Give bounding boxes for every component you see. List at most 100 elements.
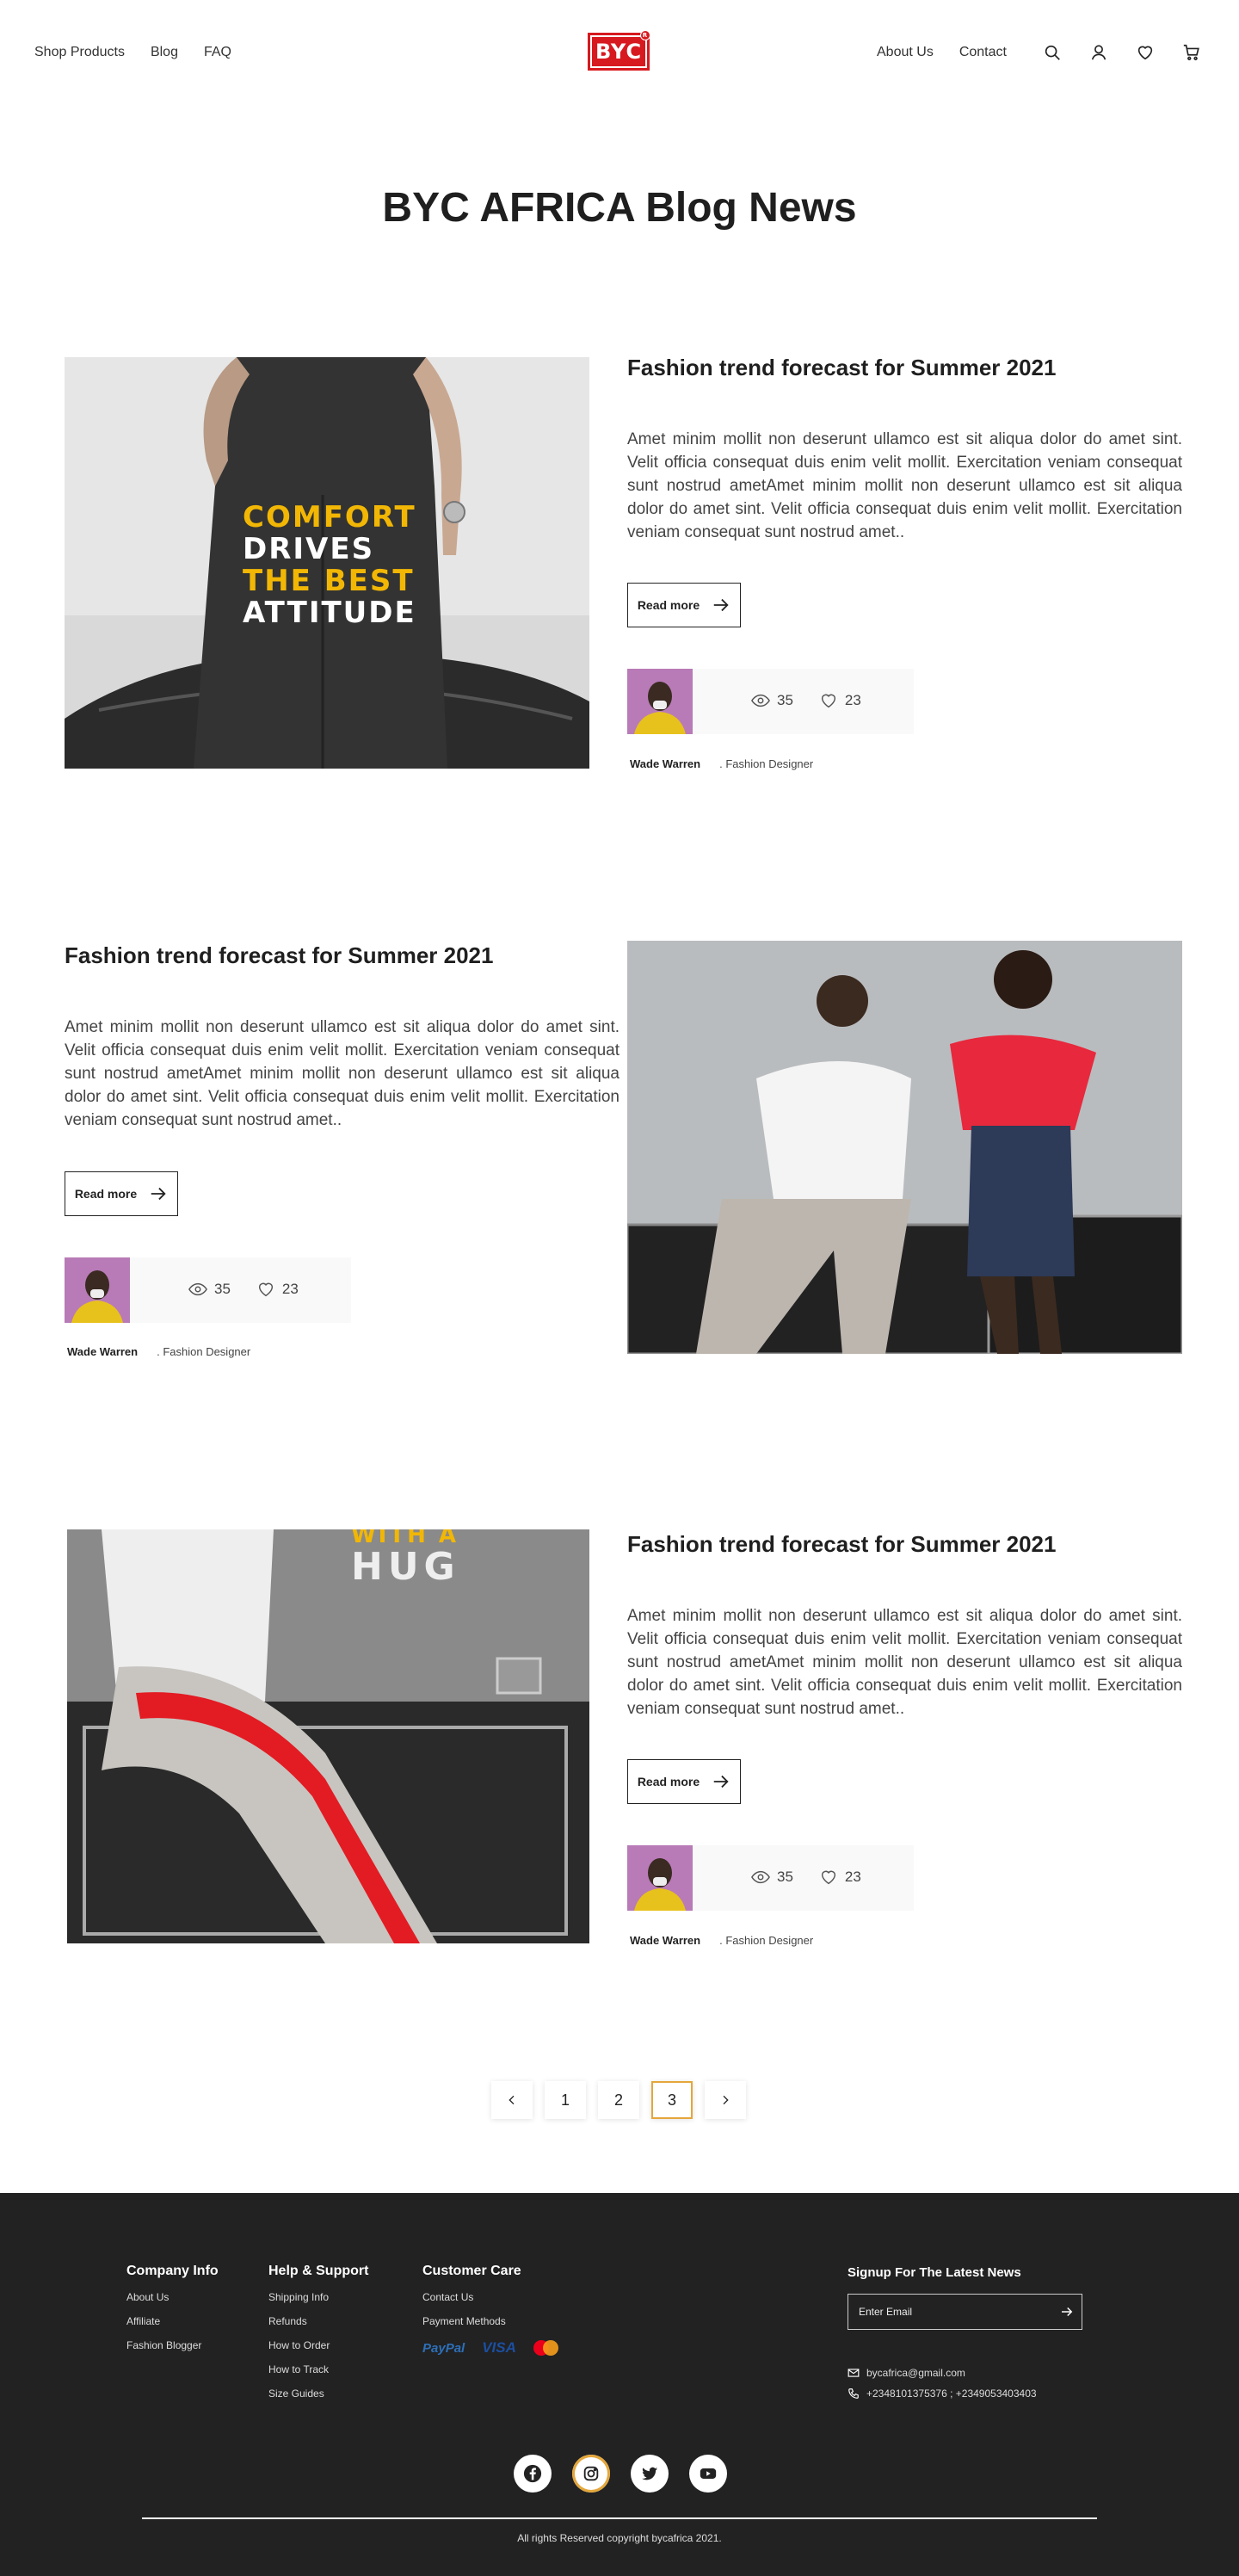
likes-value: 23 [844,1869,861,1885]
footer-link-affiliate[interactable]: Affiliate [126,2315,219,2327]
heart-icon[interactable] [1136,43,1155,62]
footer-link-size-guides[interactable]: Size Guides [268,2388,368,2400]
instagram-icon[interactable] [572,2455,610,2493]
footer-company-info: Company Info About Us Affiliate Fashion … [126,2264,219,2363]
youtube-icon[interactable] [689,2455,727,2493]
likes-value: 23 [281,1281,299,1297]
views-value: 35 [214,1281,231,1297]
arrow-right-icon [713,1775,729,1788]
footer-link-about-us[interactable]: About Us [126,2291,219,2303]
site-footer: Company Info About Us Affiliate Fashion … [0,2193,1239,2576]
footer-link-how-to-order[interactable]: How to Order [268,2339,368,2351]
nav-faq[interactable]: FAQ [204,45,231,60]
author-name[interactable]: Wade Warren [630,1934,700,1947]
arrow-right-icon [151,1187,166,1201]
user-icon[interactable] [1089,43,1108,62]
post-3-image-slogan-bottom: HUG [351,1545,460,1589]
footer-link-payment-methods[interactable]: Payment Methods [422,2315,559,2327]
pagination-next-button[interactable] [705,2081,746,2119]
post-2-title[interactable]: Fashion trend forecast for Summer 2021 [65,942,493,969]
visa-logo: VISA [482,2339,516,2356]
phone-icon [848,2388,859,2399]
pagination: 1 2 3 [491,2081,746,2119]
footer-heading: Customer Care [422,2264,521,2278]
read-more-label: Read more [637,598,700,612]
footer-link-refunds[interactable]: Refunds [268,2315,368,2327]
chevron-right-icon [723,2095,729,2105]
footer-link-contact-us[interactable]: Contact Us [422,2291,559,2303]
pagination-page-1[interactable]: 1 [545,2081,586,2119]
author-name[interactable]: Wade Warren [630,757,700,770]
post-1-meta: 35 23 [627,669,914,734]
post-1-read-more-button[interactable]: Read more [627,583,741,627]
post-3-title[interactable]: Fashion trend forecast for Summer 2021 [627,1531,1056,1558]
post-2-stats: 35 23 [188,1280,299,1299]
slogan-line: COMFORT [243,500,416,534]
footer-heading: Company Info [126,2264,219,2278]
footer-phone: +2348101375376 ; +2349053403403 [848,2388,1037,2400]
post-1-image[interactable]: COMFORT DRIVES THE BEST ATTITUDE [65,357,589,769]
footer-link-how-to-track[interactable]: How to Track [268,2363,368,2375]
post-3-meta: 35 23 [627,1845,914,1911]
post-2-image[interactable] [627,941,1182,1354]
heart-icon [821,694,835,708]
email-field-wrapper [848,2294,1082,2330]
top-navigation: Shop Products Blog FAQ BYC R About Us Co… [0,0,1239,108]
eye-icon [751,694,770,707]
footer-help-support: Help & Support Shipping Info Refunds How… [268,2264,368,2412]
views-value: 35 [777,692,793,708]
post-1-author: Wade Warren . Fashion Designer [630,757,813,770]
post-1-image-slogan: COMFORT DRIVES THE BEST ATTITUDE [243,502,416,629]
post-2-read-more-button[interactable]: Read more [65,1171,178,1216]
nav-about-us[interactable]: About Us [877,45,934,60]
likes-count[interactable]: 23 [819,1868,861,1887]
pagination-page-3-active[interactable]: 3 [651,2081,693,2119]
nav-shop-products[interactable]: Shop Products [34,45,125,60]
heart-icon [821,1870,835,1885]
nav-blog[interactable]: Blog [151,45,178,60]
footer-link-fashion-blogger[interactable]: Fashion Blogger [126,2339,219,2351]
post-3-image[interactable]: WITH A HUG [67,1529,589,1943]
avatar [65,1257,130,1323]
nav-icon-group [1043,43,1201,62]
email-address[interactable]: bycafrica@gmail.com [866,2367,965,2379]
search-icon[interactable] [1043,43,1062,62]
post-3-read-more-button[interactable]: Read more [627,1759,741,1804]
author-name[interactable]: Wade Warren [67,1345,138,1358]
footer-link-shipping-info[interactable]: Shipping Info [268,2291,368,2303]
nav-right-links: About Us Contact [877,45,1007,60]
signup-heading: Signup For The Latest News [848,2265,1021,2280]
heart-icon [258,1282,273,1297]
facebook-icon[interactable] [514,2455,552,2493]
author-role: . Fashion Designer [157,1345,251,1358]
likes-count[interactable]: 23 [256,1280,299,1299]
likes-count[interactable]: 23 [819,691,861,710]
email-input[interactable] [848,2295,1046,2329]
post-1-excerpt: Amet minim mollit non deserunt ullamco e… [627,430,1182,541]
pagination-page-2[interactable]: 2 [598,2081,639,2119]
chevron-left-icon [509,2095,515,2105]
twitter-icon[interactable] [631,2455,669,2493]
cart-icon[interactable] [1182,43,1201,62]
post-1-title[interactable]: Fashion trend forecast for Summer 2021 [627,355,1056,381]
nav-contact[interactable]: Contact [959,45,1007,60]
phone-numbers[interactable]: +2348101375376 ; +2349053403403 [866,2388,1037,2400]
mail-icon [848,2369,860,2377]
payment-methods: PayPal VISA [422,2339,559,2357]
author-role: . Fashion Designer [719,757,814,770]
post-2-photo [627,941,1182,1354]
mastercard-icon [533,2340,559,2356]
views-count: 35 [751,691,793,710]
avatar [627,1845,693,1911]
arrow-right-icon [713,598,729,612]
views-count: 35 [751,1868,793,1887]
social-links [514,2455,727,2493]
arrow-right-icon[interactable] [1059,2304,1075,2320]
post-3-excerpt: Amet minim mollit non deserunt ullamco e… [627,1607,1182,1718]
avatar [627,669,693,734]
post-2-excerpt: Amet minim mollit non deserunt ullamco e… [65,1018,620,1129]
brand-logo[interactable]: BYC R [588,30,650,71]
views-count: 35 [188,1280,231,1299]
pagination-prev-button[interactable] [491,2081,533,2119]
page-title: BYC AFRICA Blog News [382,185,857,231]
